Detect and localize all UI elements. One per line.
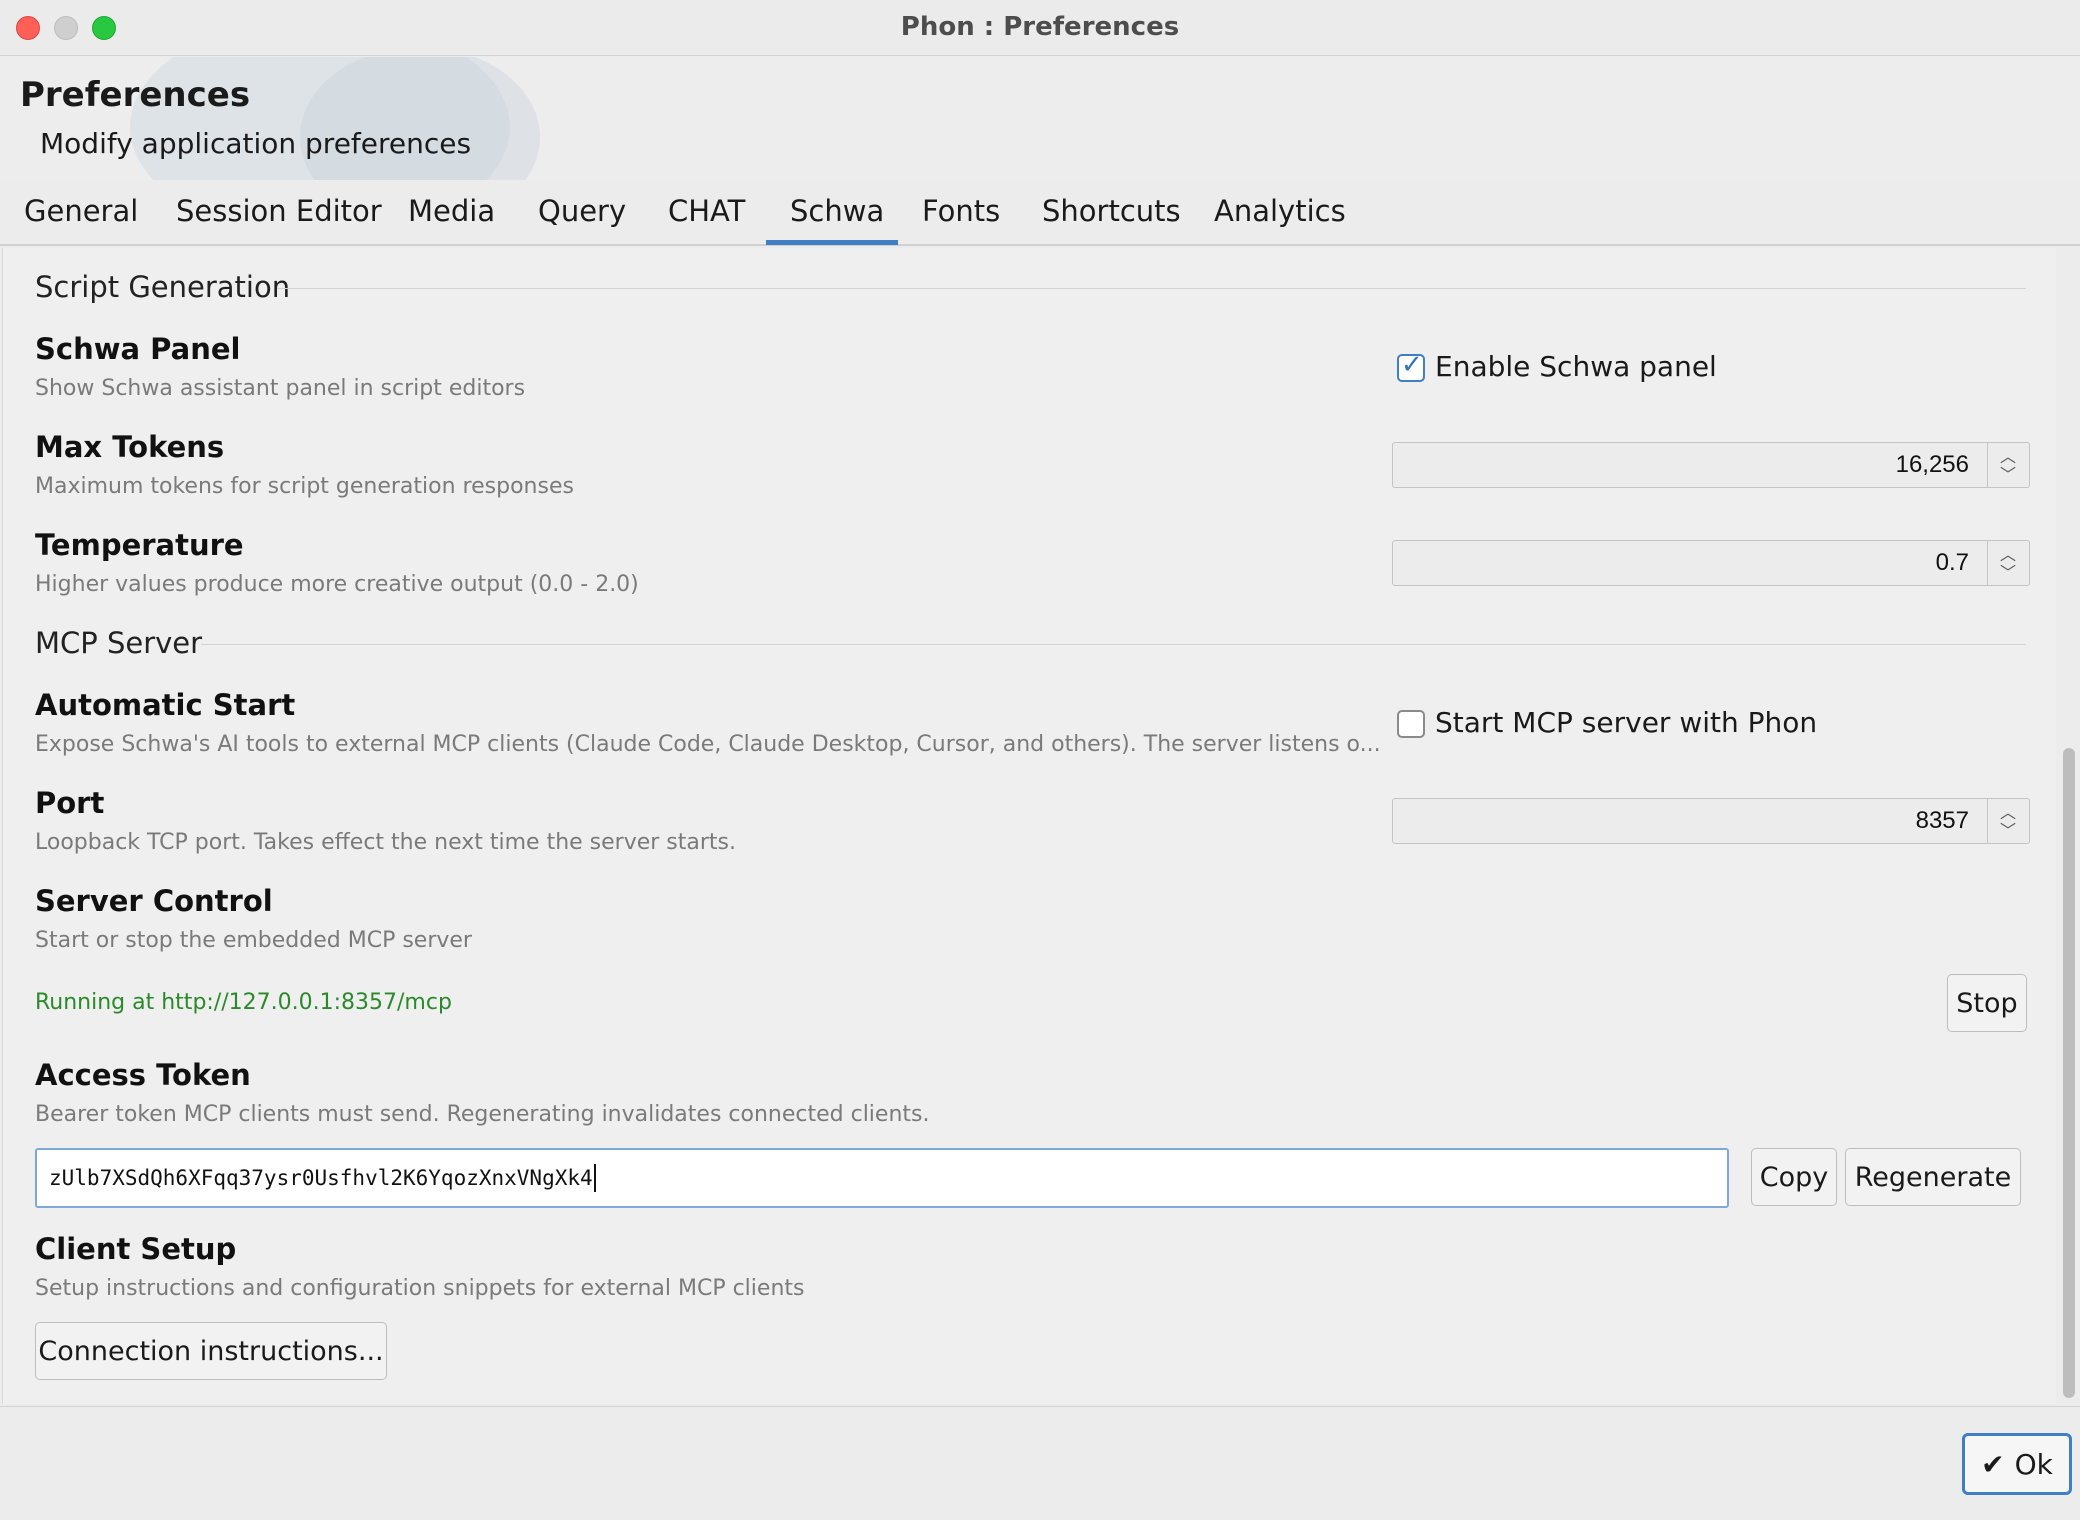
section-divider: [201, 644, 2026, 645]
tab-general[interactable]: General: [24, 194, 138, 228]
access-token-description: Bearer token MCP clients must send. Rege…: [35, 1102, 930, 1127]
text-caret: [593, 1164, 596, 1192]
page-title: Preferences: [20, 75, 251, 115]
chevron-up-icon[interactable]: ︿: [2000, 805, 2016, 821]
schwa-preferences-panel: Script Generation Schwa Panel Show Schwa…: [2, 248, 2056, 1404]
tab-media[interactable]: Media: [408, 194, 495, 228]
port-description: Loopback TCP port. Takes effect the next…: [35, 830, 737, 855]
tab-chat[interactable]: CHAT: [668, 194, 745, 228]
preferences-header: Preferences Modify application preferenc…: [0, 57, 2080, 180]
dialog-footer: ✔ Ok: [0, 1406, 2080, 1520]
enable-schwa-panel-label[interactable]: Enable Schwa panel: [1435, 350, 1717, 383]
port-value[interactable]: 8357: [1916, 807, 1969, 835]
access-token-field[interactable]: zUlb7XSdQh6XFqq37ysr0Usfhvl2K6YqozXnxVNg…: [35, 1148, 1729, 1208]
stop-server-button[interactable]: Stop: [1947, 974, 2027, 1032]
ok-button-label: Ok: [2014, 1447, 2053, 1481]
tab-shortcuts[interactable]: Shortcuts: [1042, 194, 1181, 228]
tab-analytics[interactable]: Analytics: [1214, 194, 1346, 228]
schwa-panel-label: Schwa Panel: [35, 332, 241, 366]
automatic-start-label: Automatic Start: [35, 688, 296, 722]
tab-schwa[interactable]: Schwa: [790, 194, 884, 228]
chevron-up-icon[interactable]: ︿: [2000, 449, 2016, 465]
copy-token-button[interactable]: Copy: [1751, 1148, 1837, 1206]
active-tab-indicator: [766, 240, 898, 245]
ok-button[interactable]: ✔ Ok: [1962, 1433, 2072, 1495]
client-setup-description: Setup instructions and configuration sni…: [35, 1276, 805, 1301]
schwa-panel-description: Show Schwa assistant panel in script edi…: [35, 376, 526, 401]
start-mcp-server-label[interactable]: Start MCP server with Phon: [1435, 706, 1817, 739]
port-stepper[interactable]: ︿ ﹀: [1987, 799, 2029, 843]
chevron-down-icon[interactable]: ﹀: [2000, 823, 2016, 839]
max-tokens-label: Max Tokens: [35, 430, 225, 464]
access-token-value[interactable]: zUlb7XSdQh6XFqq37ysr0Usfhvl2K6YqozXnxVNg…: [49, 1166, 593, 1190]
temperature-spinner[interactable]: 0.7 ︿ ﹀: [1392, 540, 2030, 586]
preferences-tab-bar: General Session Editor Media Query CHAT …: [0, 180, 2080, 246]
temperature-value[interactable]: 0.7: [1936, 549, 1969, 577]
tab-query[interactable]: Query: [538, 194, 626, 228]
content-scrollbar[interactable]: [2058, 248, 2078, 1404]
title-bar: Phon : Preferences: [0, 0, 2080, 56]
port-label: Port: [35, 786, 105, 820]
server-control-description: Start or stop the embedded MCP server: [35, 928, 472, 953]
regenerate-token-button[interactable]: Regenerate: [1845, 1148, 2021, 1206]
chevron-down-icon[interactable]: ﹀: [2000, 467, 2016, 483]
start-mcp-server-checkbox[interactable]: [1397, 710, 1425, 738]
max-tokens-stepper[interactable]: ︿ ﹀: [1987, 443, 2029, 487]
section-title-mcp-server: MCP Server: [35, 626, 203, 660]
temperature-description: Higher values produce more creative outp…: [35, 572, 639, 597]
max-tokens-description: Maximum tokens for script generation res…: [35, 474, 574, 499]
header-decoration-secondary: [300, 57, 540, 180]
max-tokens-spinner[interactable]: 16,256 ︿ ﹀: [1392, 442, 2030, 488]
server-control-label: Server Control: [35, 884, 273, 918]
window-title: Phon : Preferences: [900, 12, 1180, 42]
scrollbar-thumb[interactable]: [2063, 748, 2075, 1398]
max-tokens-value[interactable]: 16,256: [1896, 451, 1969, 479]
client-setup-label: Client Setup: [35, 1232, 237, 1266]
temperature-stepper[interactable]: ︿ ﹀: [1987, 541, 2029, 585]
automatic-start-description: Expose Schwa's AI tools to external MCP …: [35, 732, 1381, 757]
port-spinner[interactable]: 8357 ︿ ﹀: [1392, 798, 2030, 844]
tab-fonts[interactable]: Fonts: [922, 194, 1000, 228]
server-status-text: Running at http://127.0.0.1:8357/mcp: [35, 990, 452, 1015]
connection-instructions-button[interactable]: Connection instructions...: [35, 1322, 387, 1380]
section-divider: [277, 288, 2026, 289]
enable-schwa-panel-checkbox[interactable]: [1397, 350, 1425, 382]
section-title-script-generation: Script Generation: [35, 270, 291, 304]
chevron-down-icon[interactable]: ﹀: [2000, 565, 2016, 581]
chevron-up-icon[interactable]: ︿: [2000, 547, 2016, 563]
temperature-label: Temperature: [35, 528, 244, 562]
checkmark-icon: ✔: [1981, 1447, 2005, 1481]
page-subtitle: Modify application preferences: [40, 127, 472, 160]
tab-session-editor[interactable]: Session Editor: [176, 194, 382, 228]
access-token-label: Access Token: [35, 1058, 251, 1092]
